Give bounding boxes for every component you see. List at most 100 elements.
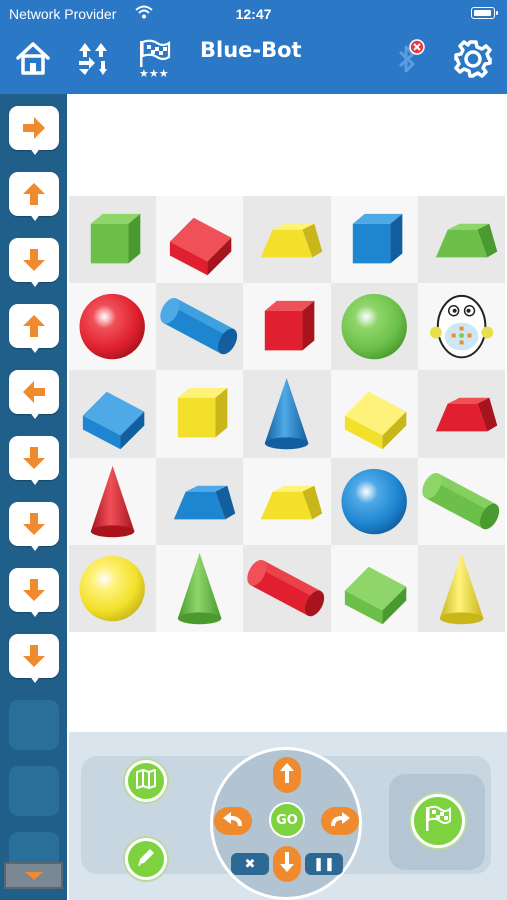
mat-cell-blue-sphere[interactable] [330, 457, 418, 545]
mat-cell-red-cuboid[interactable] [156, 196, 244, 284]
backward-button[interactable] [273, 846, 301, 882]
mat-cell-green-prism[interactable] [417, 196, 505, 284]
command-bubble [9, 106, 59, 150]
blue-cube-icon [352, 213, 402, 264]
mat-cell-blue-prism[interactable] [156, 457, 244, 545]
mat-cell-blue-cylinder[interactable] [156, 283, 244, 371]
flag-button[interactable] [411, 794, 465, 848]
svg-text:★★★: ★★★ [139, 67, 169, 80]
mat-cell-yellow-cuboid[interactable] [330, 370, 418, 458]
bubble-tail [29, 609, 41, 617]
mat-cell-blue-cuboid[interactable] [69, 370, 157, 458]
red-sphere-icon [79, 294, 145, 360]
blue-bot-robot[interactable] [417, 283, 505, 371]
command-bubble [9, 568, 59, 612]
mat-cell-green-cone[interactable] [156, 544, 244, 632]
go-button[interactable]: GO [269, 802, 305, 838]
blue-cone-icon [265, 378, 309, 450]
bubble-tail [29, 147, 41, 155]
shuffle-arrows-icon[interactable] [70, 36, 116, 82]
yellow-cone-icon [439, 552, 484, 625]
bubble-tail [29, 345, 41, 353]
arrow-up-icon [23, 183, 45, 205]
battery-icon [471, 7, 498, 19]
yellow-sphere-icon [79, 555, 145, 622]
red-cylinder-icon [247, 559, 325, 617]
program-step-down[interactable] [9, 634, 59, 684]
bubble-tail [29, 279, 41, 287]
map-button[interactable] [125, 760, 167, 802]
command-bubble [9, 172, 59, 216]
mat-cell-yellow-cone[interactable] [417, 544, 505, 632]
flag-stars-icon[interactable]: ★★★ [130, 36, 176, 82]
mat-cell-yellow-cube[interactable] [156, 370, 244, 458]
blue-cuboid-icon [82, 392, 145, 450]
bubble-tail [29, 675, 41, 683]
arrow-right-icon [23, 117, 45, 139]
green-cone-icon [177, 552, 222, 625]
turn-left-button[interactable] [214, 807, 252, 835]
app-root: Network Provider 12:47 ★★★ Blue-Bot GO ✖… [0, 0, 507, 900]
arrow-down-icon [23, 447, 45, 469]
arrow-up-icon [23, 315, 45, 337]
clear-button[interactable]: ✖ [231, 853, 269, 875]
program-step-down[interactable] [9, 502, 59, 552]
program-step-down[interactable] [9, 568, 59, 618]
bluetooth-disconnected-icon[interactable] [384, 36, 430, 82]
shapes-mat [69, 196, 505, 632]
mat-cell-yellow-prism[interactable] [243, 457, 331, 545]
red-cuboid-icon [170, 217, 232, 276]
mat-cell-red-cylinder[interactable] [243, 544, 331, 632]
mat-cell-yellow-prism[interactable] [243, 196, 331, 284]
mat-cell-yellow-sphere[interactable] [69, 544, 157, 632]
pencil-icon [135, 846, 157, 873]
yellow-cube-icon [177, 388, 228, 438]
program-step-left[interactable] [9, 370, 59, 420]
green-sphere-icon [341, 294, 407, 360]
blue-prism-icon [174, 485, 236, 520]
home-icon[interactable] [10, 36, 56, 82]
mat-cell-green-cylinder[interactable] [417, 457, 505, 545]
red-prism-icon [435, 398, 498, 432]
command-bubble [9, 436, 59, 480]
app-title: Blue-Bot [200, 38, 302, 62]
mat-cell-red-sphere[interactable] [69, 283, 157, 371]
mat-cell-blue-cone[interactable] [243, 370, 331, 458]
mat-cell-green-sphere[interactable] [330, 283, 418, 371]
arrow-down-icon [23, 513, 45, 535]
forward-button[interactable] [273, 757, 301, 793]
chevron-down-icon [24, 871, 43, 880]
turn-right-button[interactable] [321, 807, 359, 835]
mat-cell-red-cone[interactable] [69, 457, 157, 545]
pause-button[interactable]: ❚❚ [305, 853, 343, 875]
program-step-up[interactable] [9, 304, 59, 354]
mat-cell-red-prism[interactable] [417, 370, 505, 458]
program-step-up[interactable] [9, 172, 59, 222]
command-bubble [9, 370, 59, 414]
robot-icon [429, 295, 494, 359]
mat-cell-green-cube[interactable] [69, 196, 157, 284]
empty-program-slot[interactable] [9, 766, 59, 816]
edit-button[interactable] [125, 838, 167, 880]
scroll-down-button[interactable] [4, 862, 63, 889]
nav-bar: ★★★ Blue-Bot [0, 30, 507, 94]
gear-icon[interactable] [450, 36, 496, 82]
map-icon [135, 768, 157, 795]
yellow-cuboid-icon [344, 392, 406, 450]
mat-cell-green-cuboid[interactable] [330, 544, 418, 632]
blue-cylinder-icon [160, 298, 238, 355]
green-cylinder-icon [422, 472, 499, 529]
mat-cell-red-cube[interactable] [243, 283, 331, 371]
empty-program-slot[interactable] [9, 700, 59, 750]
yellow-prism-icon [261, 223, 323, 258]
mat-cell-blue-cube[interactable] [330, 196, 418, 284]
red-cube-icon [265, 301, 315, 351]
green-prism-icon [435, 223, 498, 258]
command-bubble [9, 304, 59, 348]
program-step-right[interactable] [9, 106, 59, 156]
program-step-down[interactable] [9, 238, 59, 288]
command-bubble [9, 634, 59, 678]
program-step-down[interactable] [9, 436, 59, 486]
bubble-tail [29, 543, 41, 551]
arrow-down-icon [23, 645, 45, 667]
